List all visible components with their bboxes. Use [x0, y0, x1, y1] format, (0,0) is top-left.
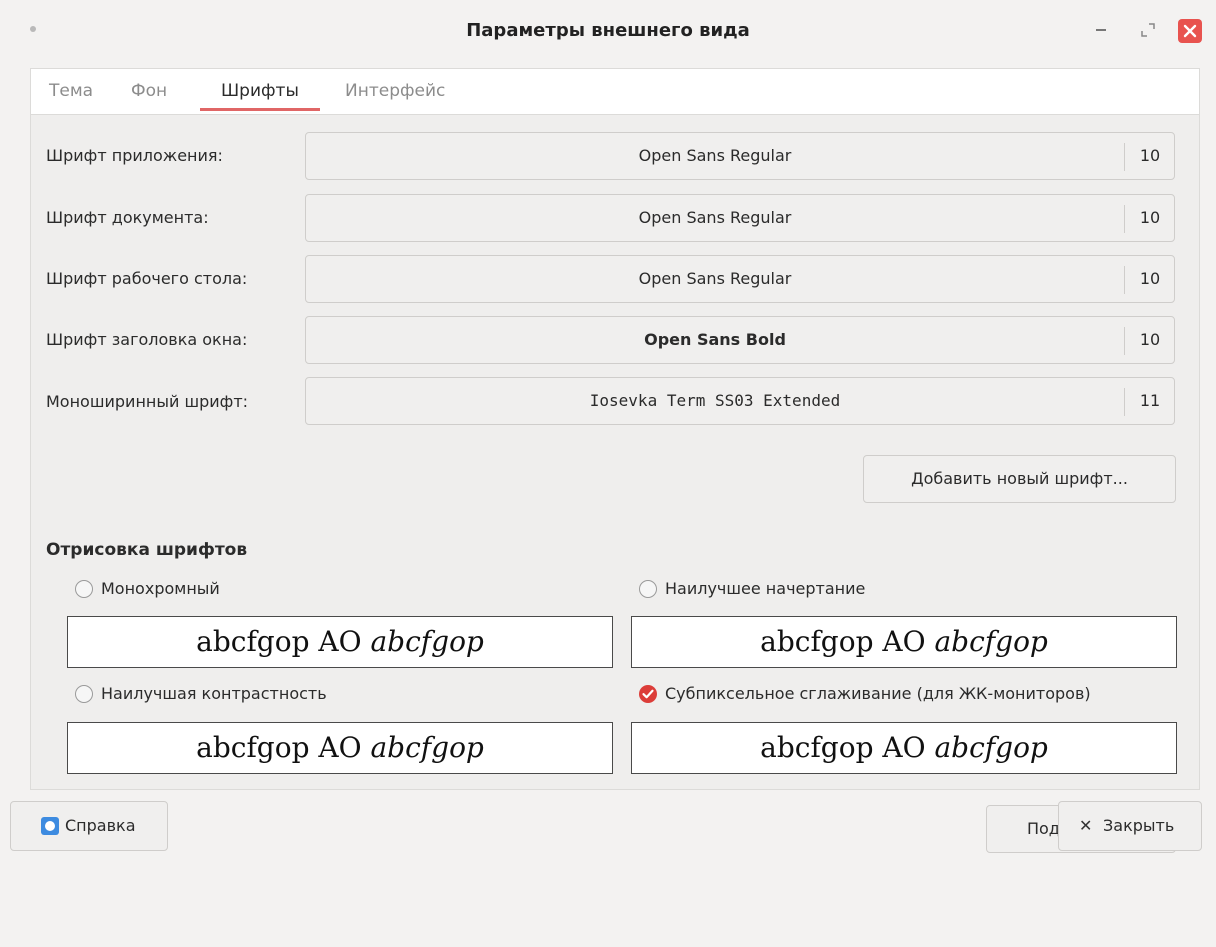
- document-font-name: Open Sans Regular: [638, 208, 792, 227]
- desktop-font-button[interactable]: Open Sans Regular 10: [305, 255, 1175, 303]
- subpixel-label[interactable]: Субпиксельное сглаживание (для ЖК-монито…: [665, 684, 1091, 703]
- application-font-size: 10: [1139, 146, 1161, 165]
- help-label: Справка: [65, 816, 136, 835]
- best-shape-radio[interactable]: [639, 580, 657, 598]
- best-contrast-radio[interactable]: [75, 685, 93, 703]
- window-title-font-name: Open Sans Bold: [644, 330, 786, 349]
- window-title-font-button[interactable]: Open Sans Bold 10: [305, 316, 1175, 364]
- document-font-button[interactable]: Open Sans Regular 10: [305, 194, 1175, 242]
- monospace-font-name: Iosevka Term SS03 Extended: [589, 391, 841, 410]
- close-window-icon[interactable]: [1178, 19, 1202, 43]
- preview-italic-text: abcfgop: [934, 625, 1048, 658]
- tab-background[interactable]: Фон: [131, 69, 167, 113]
- help-lifebuoy-icon: [41, 817, 59, 835]
- title-bar: Параметры внешнего вида: [0, 0, 1216, 62]
- close-button[interactable]: ✕ Закрыть: [1058, 801, 1202, 851]
- separator: [1124, 143, 1125, 171]
- help-button[interactable]: Справка: [10, 801, 168, 851]
- font-rendering-heading: Отрисовка шрифтов: [46, 540, 248, 560]
- subpixel-preview: abcfgop AO abcfgop: [631, 722, 1177, 774]
- checkmark-icon: [642, 689, 654, 699]
- preview-italic-text: abcfgop: [934, 731, 1048, 764]
- monochrome-radio[interactable]: [75, 580, 93, 598]
- best-contrast-label[interactable]: Наилучшая контрастность: [101, 684, 327, 703]
- window-title: Параметры внешнего вида: [466, 20, 750, 41]
- tab-fonts[interactable]: Шрифты: [221, 69, 299, 113]
- monospace-font-size: 11: [1139, 391, 1161, 410]
- window-title-font-label: Шрифт заголовка окна:: [46, 330, 248, 349]
- tab-interface[interactable]: Интерфейс: [345, 69, 445, 113]
- active-tab-indicator: [200, 108, 320, 111]
- maximize-icon[interactable]: [1138, 20, 1158, 40]
- separator: [1124, 205, 1125, 233]
- appearance-settings-window: Параметры внешнего вида Тема Фон Шрифты …: [0, 0, 1216, 947]
- separator: [1124, 388, 1125, 416]
- preview-regular-text: abcfgop AO: [196, 625, 371, 658]
- application-font-label: Шрифт приложения:: [46, 146, 223, 165]
- desktop-font-name: Open Sans Regular: [638, 269, 792, 288]
- tab-theme[interactable]: Тема: [49, 69, 93, 113]
- best-shape-label[interactable]: Наилучшее начертание: [665, 579, 865, 598]
- subpixel-radio[interactable]: [639, 685, 657, 703]
- separator: [1124, 266, 1125, 294]
- close-icon: ✕: [1079, 816, 1093, 835]
- application-font-name: Open Sans Regular: [638, 146, 792, 165]
- window-title-font-size: 10: [1139, 330, 1161, 349]
- application-font-button[interactable]: Open Sans Regular 10: [305, 132, 1175, 180]
- add-font-button[interactable]: Добавить новый шрифт...: [863, 455, 1176, 503]
- best-shape-preview: abcfgop AO abcfgop: [631, 616, 1177, 668]
- desktop-font-label: Шрифт рабочего стола:: [46, 269, 248, 288]
- minimize-icon[interactable]: [1096, 29, 1106, 31]
- document-font-size: 10: [1139, 208, 1161, 227]
- document-font-label: Шрифт документа:: [46, 208, 209, 227]
- preview-regular-text: abcfgop AO: [760, 625, 935, 658]
- preview-italic-text: abcfgop: [370, 625, 484, 658]
- desktop-font-size: 10: [1139, 269, 1161, 288]
- monochrome-label[interactable]: Монохромный: [101, 579, 220, 598]
- preview-regular-text: abcfgop AO: [760, 731, 935, 764]
- monospace-font-button[interactable]: Iosevka Term SS03 Extended 11: [305, 377, 1175, 425]
- monochrome-preview: abcfgop AO abcfgop: [67, 616, 613, 668]
- separator: [1124, 327, 1125, 355]
- best-contrast-preview: abcfgop AO abcfgop: [67, 722, 613, 774]
- close-label: Закрыть: [1103, 816, 1175, 835]
- monospace-font-label: Моноширинный шрифт:: [46, 392, 249, 411]
- preview-italic-text: abcfgop: [370, 731, 484, 764]
- preview-regular-text: abcfgop AO: [196, 731, 371, 764]
